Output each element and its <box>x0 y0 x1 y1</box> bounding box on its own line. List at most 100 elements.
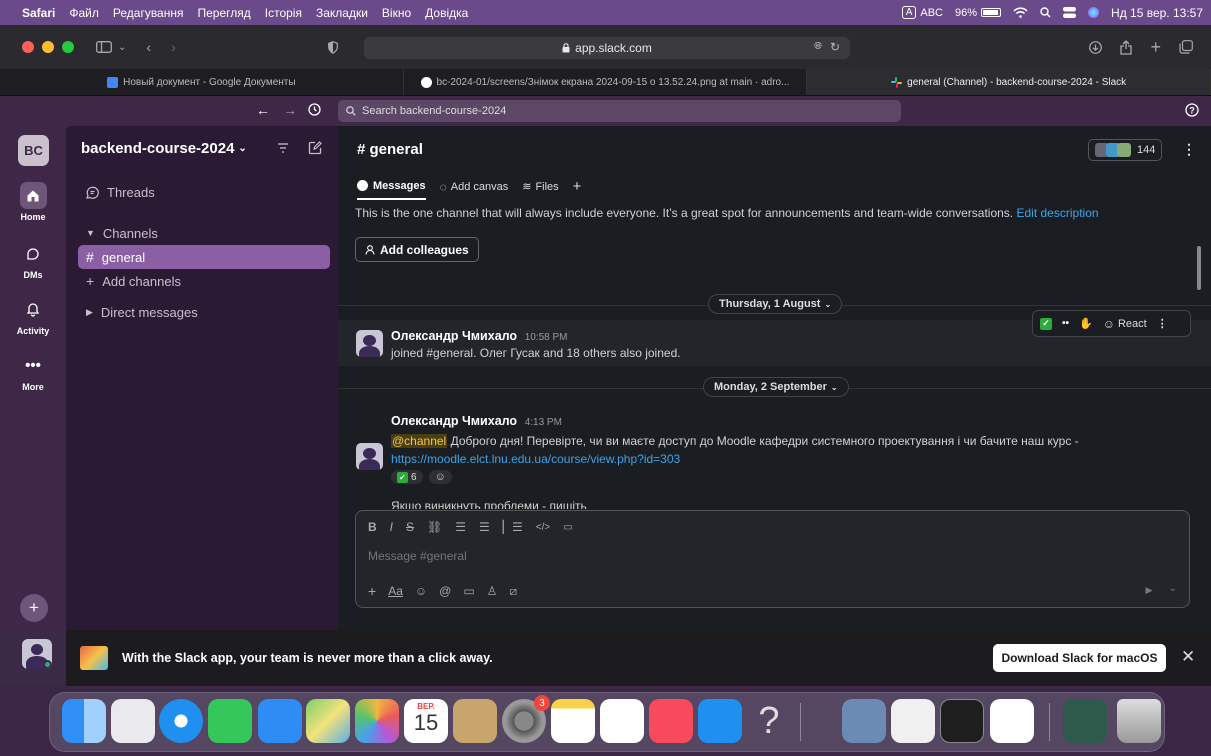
send-icon[interactable]: ► <box>1143 583 1155 597</box>
strikethrough-icon[interactable]: S <box>406 520 414 534</box>
edit-description-link[interactable]: Edit description <box>1017 206 1099 220</box>
recent-window-thumbnail[interactable] <box>1063 699 1107 743</box>
input-source[interactable]: A ABC <box>901 6 943 19</box>
history-clock-icon[interactable] <box>308 103 321 116</box>
moodle-link[interactable]: https://moodle.elct.lnu.edu.ua/course/vi… <box>391 452 680 466</box>
italic-icon[interactable]: I <box>390 520 393 534</box>
more-actions-icon[interactable]: ⋮ <box>1157 317 1168 330</box>
microphone-icon[interactable]: ♙ <box>487 584 498 598</box>
tab-overview-icon[interactable] <box>1179 40 1193 54</box>
workspace-switcher[interactable]: BC <box>18 135 49 166</box>
menu-help[interactable]: Довідка <box>425 6 468 20</box>
close-window-button[interactable] <box>22 41 34 53</box>
mail-icon[interactable] <box>258 699 302 743</box>
channel-mention[interactable]: @channel <box>391 434 448 448</box>
notes-icon[interactable] <box>551 699 595 743</box>
rail-more[interactable]: ••• More <box>0 352 66 392</box>
tab-slack[interactable]: general (Channel) - backend-course-2024 … <box>807 69 1211 95</box>
system-settings-icon[interactable]: 3 <box>502 695 550 743</box>
help-viewer-icon[interactable]: ? <box>747 699 791 743</box>
trash-icon[interactable] <box>1117 699 1161 743</box>
downloads-icon[interactable] <box>1089 40 1103 54</box>
sidebar-toggle-icon[interactable] <box>96 41 112 53</box>
avatar[interactable] <box>356 330 383 357</box>
message-time[interactable]: 10:58 PM <box>525 332 568 343</box>
channels-section-toggle[interactable]: ▼ Channels <box>78 221 330 245</box>
forward-icon[interactable]: › <box>171 39 176 55</box>
code-icon[interactable]: </> <box>536 522 550 533</box>
safari-icon[interactable] <box>159 699 203 743</box>
rail-dms[interactable]: DMs <box>0 240 66 280</box>
menu-edit[interactable]: Редагування <box>113 6 184 20</box>
shortcuts-icon[interactable]: ⧄ <box>509 584 517 599</box>
control-center-icon[interactable] <box>1063 7 1077 18</box>
user-avatar[interactable] <box>22 639 52 669</box>
avatar[interactable] <box>356 443 383 470</box>
textedit-icon[interactable] <box>891 699 935 743</box>
wifi-icon[interactable] <box>1013 7 1028 18</box>
calendar-icon[interactable]: ВЕР. 15 <box>404 699 448 743</box>
bulleted-list-icon[interactable]: ☰ <box>479 520 490 534</box>
new-tab-icon[interactable]: + <box>1150 37 1161 58</box>
send-options-chevron-icon[interactable]: ⌄ <box>1169 583 1177 594</box>
link-icon[interactable]: ⛓︎ <box>427 520 442 534</box>
close-banner-icon[interactable]: ✕ <box>1181 647 1195 667</box>
rail-activity[interactable]: Activity <box>0 296 66 336</box>
share-icon[interactable] <box>1120 39 1133 55</box>
text-format-icon[interactable]: Aa <box>388 584 403 598</box>
raised-hands-emoji-button[interactable]: ✋ <box>1079 317 1093 330</box>
history-forward-icon[interactable]: → <box>283 102 297 118</box>
eyes-emoji-button[interactable]: •• <box>1062 318 1069 329</box>
tab-add-canvas[interactable]: ◌ Add canvas <box>440 180 509 200</box>
messages-icon[interactable] <box>208 699 252 743</box>
message-author[interactable]: Олександр Чмихало <box>391 329 517 343</box>
rail-home[interactable]: Home <box>0 182 66 222</box>
app-store-icon[interactable] <box>698 699 742 743</box>
video-icon[interactable]: ▭ <box>463 584 474 598</box>
search-input[interactable]: Search backend-course-2024 <box>338 100 901 122</box>
maps-icon[interactable] <box>306 699 350 743</box>
add-tab-icon[interactable]: + <box>573 178 582 201</box>
add-reaction-button[interactable]: ☺ React <box>1103 317 1147 331</box>
sidebar-item-general[interactable]: # general <box>78 245 330 269</box>
siri-icon[interactable] <box>1088 7 1100 18</box>
channel-title[interactable]: # general <box>357 141 423 158</box>
menu-window[interactable]: Вікно <box>382 6 411 20</box>
tab-files[interactable]: ≋ Files <box>522 180 558 199</box>
finder-icon[interactable] <box>62 699 106 743</box>
terminal-icon[interactable] <box>940 699 984 743</box>
back-icon[interactable]: ‹ <box>146 39 151 55</box>
day-divider[interactable]: Thursday, 1 August ⌄ <box>708 294 843 314</box>
add-channels-button[interactable]: + Add channels <box>78 269 330 293</box>
battery-status[interactable]: 96% <box>955 7 1002 19</box>
member-list-button[interactable]: 144 <box>1088 139 1163 161</box>
mention-icon[interactable]: @ <box>439 584 451 598</box>
music-icon[interactable] <box>649 699 693 743</box>
sidebar-item-threads[interactable]: Threads <box>78 180 330 204</box>
dm-section-toggle[interactable]: ▶ Direct messages <box>78 300 330 324</box>
launchpad-icon[interactable] <box>111 699 155 743</box>
menu-bookmarks[interactable]: Закладки <box>316 6 368 20</box>
chevron-down-icon[interactable]: ⌄ <box>118 42 126 53</box>
tab-messages[interactable]: Messages <box>357 180 426 200</box>
help-icon[interactable]: ? <box>1185 103 1199 117</box>
spotlight-icon[interactable] <box>1040 7 1051 18</box>
privacy-shield-icon[interactable] <box>327 40 338 54</box>
emoji-icon[interactable]: ☺ <box>415 584 427 598</box>
workspace-name-menu[interactable]: backend-course-2024 ⌄ <box>81 140 247 157</box>
history-back-icon[interactable]: ← <box>256 102 270 118</box>
menu-history[interactable]: Історія <box>265 6 302 20</box>
kebab-menu-icon[interactable]: ⋮ <box>1182 141 1196 158</box>
download-slack-button[interactable]: Download Slack for macOS <box>993 644 1166 672</box>
translate-icon[interactable]: 🌐︎ <box>814 41 822 52</box>
add-colleagues-button[interactable]: Add colleagues <box>355 237 479 262</box>
scrollbar-thumb[interactable] <box>1197 246 1201 290</box>
address-bar[interactable]: app.slack.com 🌐︎ ↻ <box>364 37 850 59</box>
day-divider[interactable]: Monday, 2 September ⌄ <box>703 377 849 397</box>
message-author[interactable]: Олександр Чмихало <box>391 414 517 428</box>
freeform-icon[interactable] <box>600 699 644 743</box>
filter-icon[interactable] <box>277 143 289 153</box>
minimize-window-button[interactable] <box>42 41 54 53</box>
code-block-icon[interactable]: ▭ <box>563 522 572 533</box>
zoom-window-button[interactable] <box>62 41 74 53</box>
